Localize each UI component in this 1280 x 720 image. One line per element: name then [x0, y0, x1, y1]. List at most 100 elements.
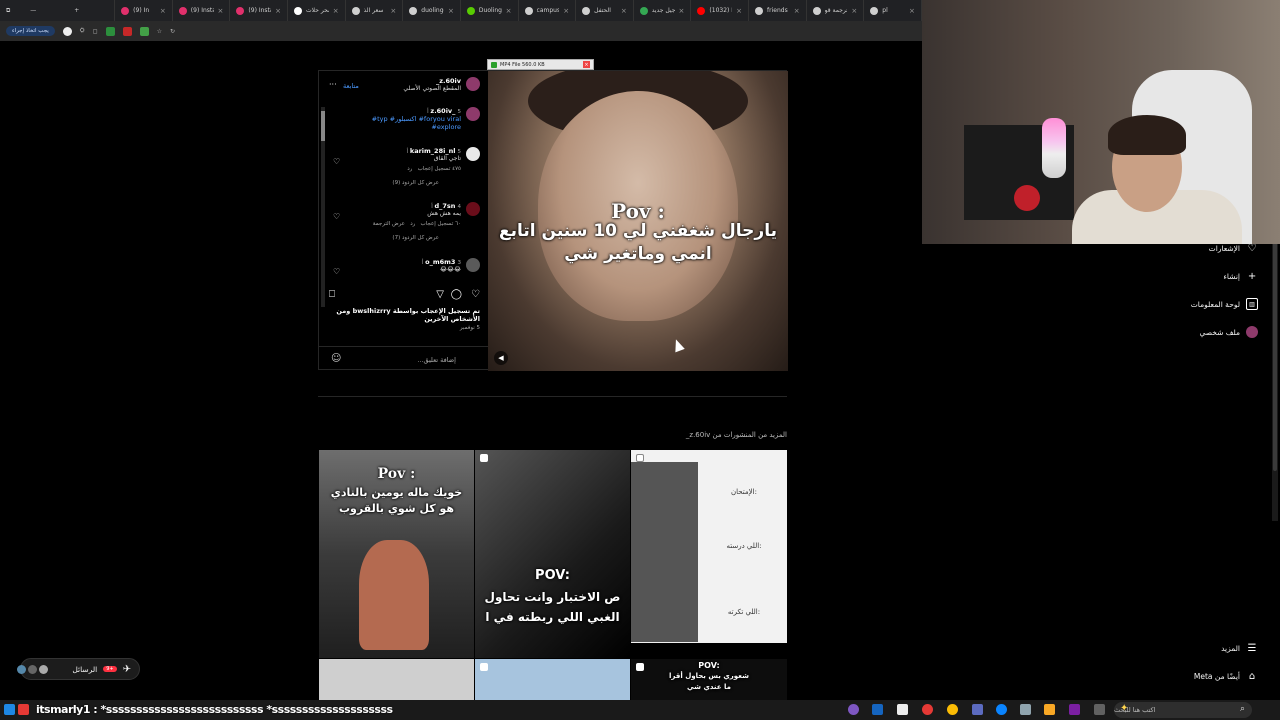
reload-icon[interactable]: ↻: [170, 28, 175, 35]
browser-tab[interactable]: friends ×: [749, 0, 807, 21]
more-post-tile[interactable]: POV: شعوري بس بحاول أقرا ما عندي شي: [631, 659, 787, 700]
app-icon[interactable]: [848, 704, 859, 715]
browser-tab[interactable]: (9) Insta ×: [173, 0, 231, 21]
messages-button[interactable]: ✈ +9 الرسائل: [17, 658, 140, 680]
tab-close-icon[interactable]: ×: [390, 7, 396, 15]
minimize-icon[interactable]: —: [30, 7, 36, 14]
back-icon[interactable]: ◻: [93, 28, 98, 35]
follow-button[interactable]: متابعة: [343, 82, 359, 90]
sound-toggle-icon[interactable]: ◀: [494, 351, 508, 365]
tab-close-icon[interactable]: ×: [275, 7, 281, 15]
post-author[interactable]: z.60iv_: [403, 77, 461, 85]
comments-scrollbar[interactable]: [321, 107, 325, 307]
update-required-pill[interactable]: يجب اتخاذ إجراء: [6, 26, 55, 36]
view-replies-button[interactable]: عرض كل الردود (7): [341, 235, 439, 241]
more-post-tile[interactable]: [475, 659, 630, 700]
tab-close-icon[interactable]: ×: [333, 7, 339, 15]
tab-close-icon[interactable]: ×: [506, 7, 512, 15]
more-post-tile[interactable]: [319, 659, 474, 700]
more-options-icon[interactable]: ···: [329, 80, 337, 89]
sidebar-item-dashboard[interactable]: ▥ لوحة المعلومات: [1191, 298, 1258, 310]
share-icon[interactable]: ▽: [436, 289, 444, 300]
like-heart-icon[interactable]: ♡: [471, 289, 480, 300]
tab-close-icon[interactable]: ×: [563, 7, 569, 15]
comment-user[interactable]: karim_28i_nl: [410, 147, 456, 155]
browser-tab[interactable]: الحتفل ×: [576, 0, 634, 21]
avatar[interactable]: [466, 77, 480, 91]
app-icon[interactable]: [1020, 704, 1031, 715]
browser-tab[interactable]: campus ×: [519, 0, 577, 21]
download-bar[interactable]: MP4 File 560.0 KB ×: [487, 59, 594, 70]
extension-red-icon[interactable]: [122, 26, 132, 36]
more-post-tile[interactable]: الإمتحان: اللي درسته: اللي تكرته:: [631, 450, 787, 643]
extensions-icon[interactable]: ⛭: [80, 27, 85, 35]
app-icon[interactable]: [922, 704, 933, 715]
avatar[interactable]: [62, 26, 72, 36]
tab-close-icon[interactable]: ×: [160, 7, 166, 15]
browser-tab[interactable]: سحر حلات ×: [288, 0, 346, 21]
sidebar-item-create[interactable]: + إنشاء: [1223, 270, 1258, 282]
browser-tab[interactable]: duolingo ×: [403, 0, 461, 21]
emoji-icon[interactable]: ☺: [331, 353, 341, 364]
sidebar-item-also-from-meta[interactable]: ⌂ أيضًا من Meta: [1194, 670, 1258, 682]
app-icon[interactable]: [1069, 704, 1080, 715]
start-icon[interactable]: [4, 704, 15, 715]
browser-tab[interactable]: (9) In ×: [115, 0, 173, 21]
extension-green-icon[interactable]: [139, 26, 149, 36]
avatar[interactable]: [466, 107, 480, 121]
post-audio[interactable]: المقطع الصوتي الأصلي: [403, 85, 461, 92]
comment-user[interactable]: d_7sn: [435, 202, 456, 210]
close-icon[interactable]: ×: [583, 61, 590, 68]
tab-close-icon[interactable]: ×: [736, 7, 742, 15]
avatar[interactable]: [466, 202, 480, 216]
app-icon[interactable]: [897, 704, 908, 715]
comment-like-heart-icon[interactable]: ♡: [333, 157, 340, 166]
caption-user[interactable]: z.60iv_: [430, 107, 455, 115]
reply-button[interactable]: رد: [407, 166, 412, 172]
save-bookmark-icon[interactable]: ⎕: [329, 289, 335, 300]
app-icon[interactable]: [18, 704, 29, 715]
new-tab-icon[interactable]: +: [74, 7, 79, 14]
comment-likes[interactable]: ٤٧٥ تسجيل إعجاب: [418, 166, 461, 172]
tab-close-icon[interactable]: ×: [448, 7, 454, 15]
comment-user[interactable]: o_m6m3: [425, 258, 455, 266]
chrome-icon[interactable]: [947, 704, 958, 715]
browser-tab[interactable]: (1032) ا ×: [691, 0, 750, 21]
browser-tab[interactable]: ترجمة قو ×: [807, 0, 865, 21]
liked-by-text[interactable]: تم تسجيل الإعجاب بواسطة bwslhizrry ومن ا…: [330, 307, 480, 323]
comment-like-heart-icon[interactable]: ♡: [333, 267, 340, 276]
more-post-tile[interactable]: POV: ص الاختبار وانت تحاول الغبي اللي رب…: [475, 450, 630, 658]
star-icon[interactable]: ☆: [157, 28, 162, 35]
tab-close-icon[interactable]: ×: [909, 7, 915, 15]
add-comment-input[interactable]: إضافة تعليق...: [417, 356, 456, 364]
tab-close-icon[interactable]: ×: [218, 7, 224, 15]
browser-tab[interactable]: سعر الذ ×: [346, 0, 404, 21]
tab-close-icon[interactable]: ×: [851, 7, 857, 15]
caption-hashtags-2[interactable]: #explore: [341, 123, 461, 131]
comment-like-heart-icon[interactable]: ♡: [333, 212, 340, 221]
taskbar-search-input[interactable]: اكتب هنا للبحث: [1114, 702, 1252, 718]
comment-likes[interactable]: ٦٠ تسجيل إعجاب: [421, 221, 461, 227]
reply-button[interactable]: رد: [410, 221, 415, 227]
sidebar-item-profile[interactable]: ملف شخصي: [1199, 326, 1258, 338]
caption-hashtags[interactable]: #typ #اكسبلور #foryou viral: [341, 115, 461, 123]
tab-close-icon[interactable]: ×: [621, 7, 627, 15]
avatar[interactable]: [466, 258, 480, 272]
app-icon[interactable]: [1094, 704, 1105, 715]
video-player[interactable]: Pov : يارجال شغفني لي 10 سنين اتابع انمي…: [488, 71, 788, 371]
comment-icon[interactable]: ◯: [451, 289, 462, 300]
shield-icon[interactable]: [105, 26, 115, 36]
browser-tab[interactable]: جيل جديد ×: [634, 0, 692, 21]
tab-controls[interactable]: ⧉ — +: [0, 0, 116, 21]
app-icon[interactable]: [872, 704, 883, 715]
folder-icon[interactable]: [1044, 704, 1055, 715]
browser-tab[interactable]: (9) Insta ×: [230, 0, 289, 21]
app-icon[interactable]: [972, 704, 983, 715]
tab-close-icon[interactable]: ×: [679, 7, 685, 15]
view-replies-button[interactable]: عرض كل الردود (9): [341, 180, 439, 186]
more-post-tile[interactable]: Pov : خويك ماله يومين بالنادي هو كل شوي …: [319, 450, 474, 658]
window-menu-icon[interactable]: ⧉: [6, 7, 10, 15]
browser-tab[interactable]: Duoling ×: [461, 0, 519, 21]
edge-icon[interactable]: [996, 704, 1007, 715]
see-translation-button[interactable]: عرض الترجمة: [373, 221, 405, 227]
